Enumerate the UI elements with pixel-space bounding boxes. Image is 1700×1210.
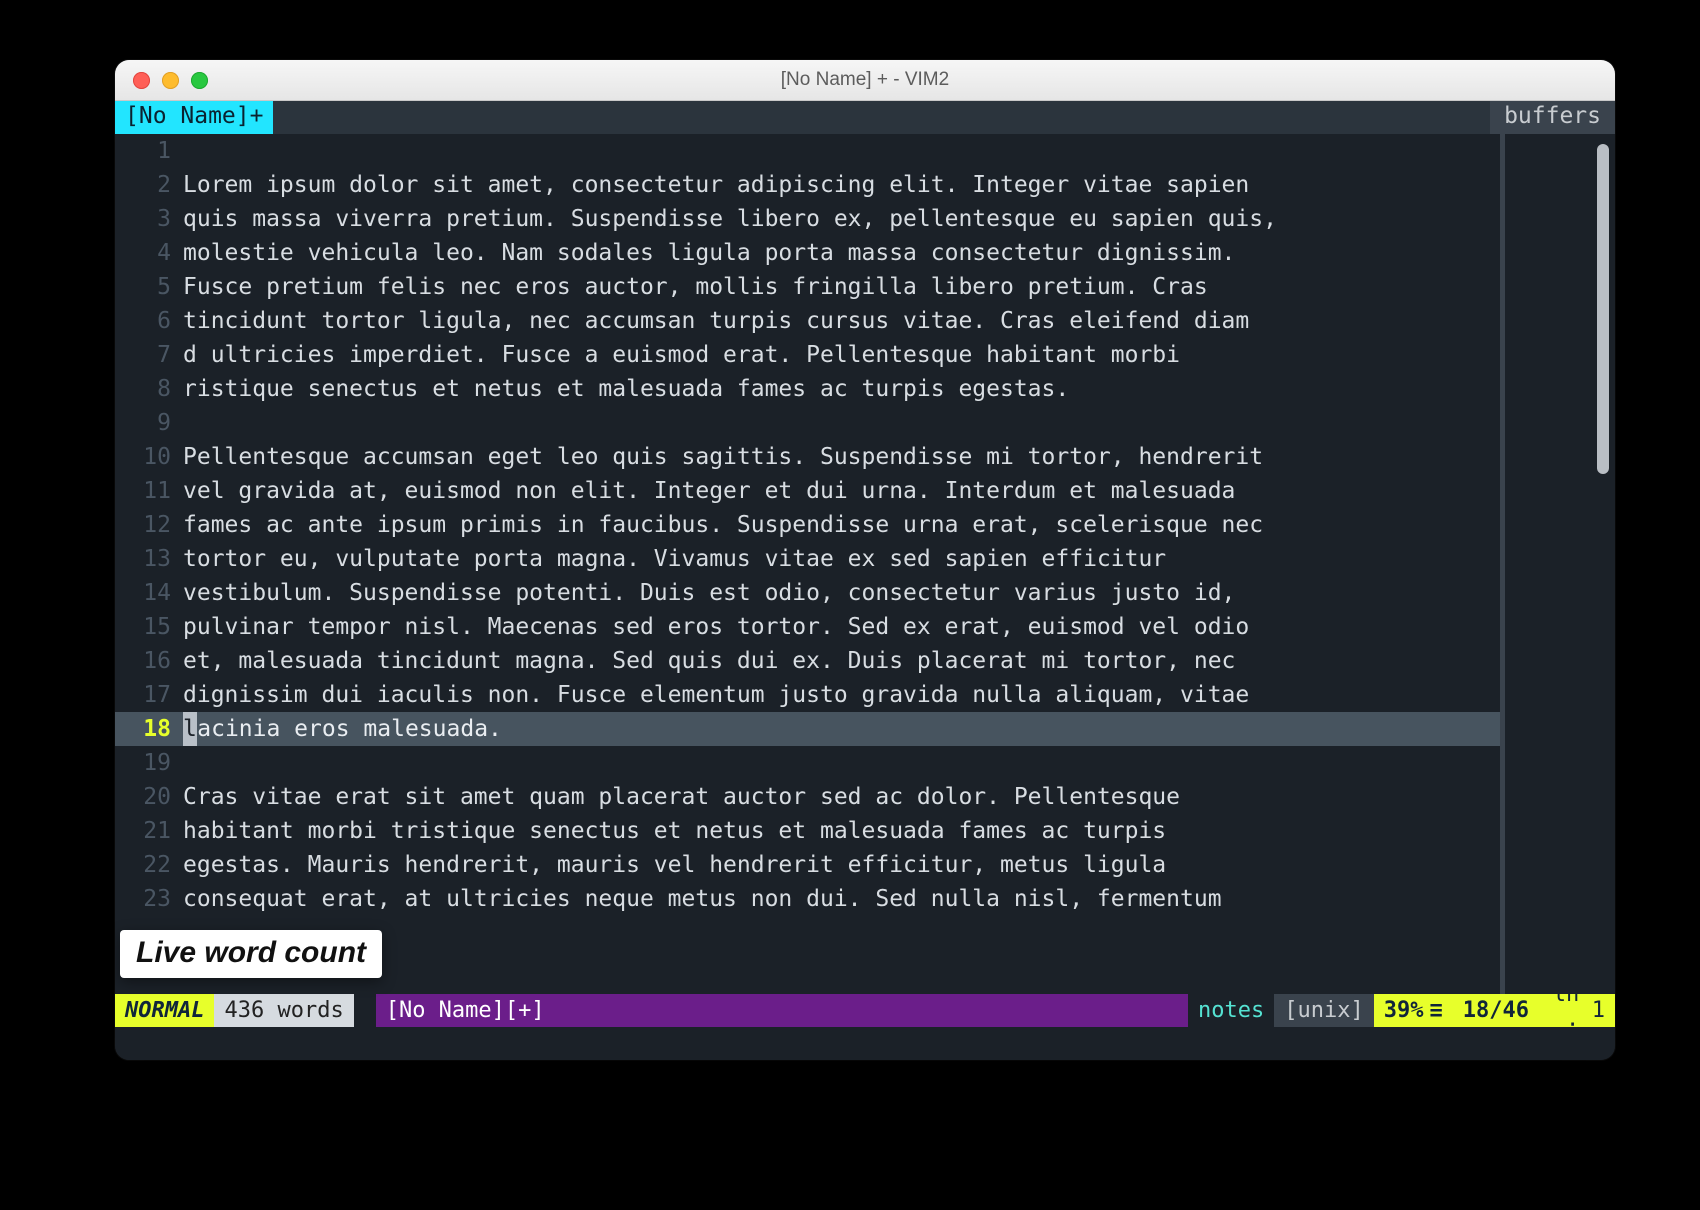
line-text: fames ac ante ipsum primis in faucibus. … [183,508,1500,542]
annotation-label: Live word count [120,930,382,978]
status-file: [No Name][+] [376,994,585,1027]
status-encoding: [unix] [1274,994,1373,1027]
line-text: et, malesuada tincidunt magna. Sed quis … [183,644,1500,678]
line-text: dignissim dui iaculis non. Fusce element… [183,678,1500,712]
line-number: 4 [115,236,183,270]
status-position: 18/46 [1453,994,1539,1027]
line-number: 10 [115,440,183,474]
buffer-line[interactable]: 11vel gravida at, euismod non elit. Inte… [115,474,1500,508]
line-number: 2 [115,168,183,202]
line-number: 9 [115,406,183,440]
buffers-label[interactable]: buffers [1490,101,1615,134]
text-buffer[interactable]: 12Lorem ipsum dolor sit amet, consectetu… [115,134,1500,994]
status-word-count: 436 words [214,994,353,1027]
statusline: NORMAL 436 words [No Name][+] notes [uni… [115,994,1615,1027]
line-number: 6 [115,304,183,338]
buffer-line[interactable]: 20Cras vitae erat sit amet quam placerat… [115,780,1500,814]
buffer-line[interactable]: 23consequat erat, at ultricies neque met… [115,882,1500,916]
buffer-line[interactable]: 18lacinia eros malesuada. [115,712,1500,746]
buffer-line[interactable]: 21habitant morbi tristique senectus et n… [115,814,1500,848]
status-filetype: notes [1188,994,1274,1027]
status-ln: ln : 1 [1539,994,1615,1027]
line-text: lacinia eros malesuada. [183,712,1500,746]
line-text: vestibulum. Suspendisse potenti. Duis es… [183,576,1500,610]
line-text: vel gravida at, euismod non elit. Intege… [183,474,1500,508]
line-text: consequat erat, at ultricies neque metus… [183,882,1500,916]
buffer-line[interactable]: 16et, malesuada tincidunt magna. Sed qui… [115,644,1500,678]
line-text: d ultricies imperdiet. Fusce a euismod e… [183,338,1500,372]
line-text: Lorem ipsum dolor sit amet, consectetur … [183,168,1500,202]
line-text: molestie vehicula leo. Nam sodales ligul… [183,236,1500,270]
buffer-line[interactable]: 10Pellentesque accumsan eget leo quis sa… [115,440,1500,474]
line-text: habitant morbi tristique senectus et net… [183,814,1500,848]
line-text: tincidunt tortor ligula, nec accumsan tu… [183,304,1500,338]
line-number: 13 [115,542,183,576]
buffer-line[interactable]: 17dignissim dui iaculis non. Fusce eleme… [115,678,1500,712]
line-number: 5 [115,270,183,304]
line-number: 18 [115,712,183,746]
line-text: Fusce pretium felis nec eros auctor, mol… [183,270,1500,304]
titlebar[interactable]: [No Name] + - VIM2 [115,60,1615,101]
buffer-tab-active[interactable]: [No Name]+ [115,101,273,134]
line-text: tortor eu, vulputate porta magna. Vivamu… [183,542,1500,576]
status-percent: 39% ≡ [1374,994,1453,1027]
buffer-line[interactable]: 13tortor eu, vulputate porta magna. Viva… [115,542,1500,576]
scrollbar-thumb[interactable] [1597,144,1609,474]
line-number: 20 [115,780,183,814]
line-number: 16 [115,644,183,678]
buffer-line[interactable]: 3quis massa viverra pretium. Suspendisse… [115,202,1500,236]
command-line[interactable] [115,1027,1615,1060]
line-number: 22 [115,848,183,882]
zoom-icon[interactable] [191,72,208,89]
buffer-line[interactable]: 8ristique senectus et netus et malesuada… [115,372,1500,406]
buffer-line[interactable]: 2Lorem ipsum dolor sit amet, consectetur… [115,168,1500,202]
line-number: 8 [115,372,183,406]
app-window: [No Name] + - VIM2 [No Name]+ buffers 12… [115,60,1615,1060]
buffer-line[interactable]: 12fames ac ante ipsum primis in faucibus… [115,508,1500,542]
line-text: egestas. Mauris hendrerit, mauris vel he… [183,848,1500,882]
buffer-line[interactable]: 19 [115,746,1500,780]
line-number: 23 [115,882,183,916]
buffer-line[interactable]: 1 [115,134,1500,168]
line-number: 3 [115,202,183,236]
buffer-line[interactable]: 7d ultricies imperdiet. Fusce a euismod … [115,338,1500,372]
status-col: 1 [1592,994,1605,1027]
buffer-tabbar: [No Name]+ buffers [115,101,1615,134]
line-text: Pellentesque accumsan eget leo quis sagi… [183,440,1500,474]
status-percent-value: 39% [1384,994,1424,1027]
window-title: [No Name] + - VIM2 [115,69,1615,91]
line-number: 15 [115,610,183,644]
buffer-line[interactable]: 22egestas. Mauris hendrerit, mauris vel … [115,848,1500,882]
line-number: 7 [115,338,183,372]
close-icon[interactable] [133,72,150,89]
minimize-icon[interactable] [162,72,179,89]
line-number: 21 [115,814,183,848]
list-icon: ≡ [1424,994,1443,1027]
cursor: l [183,712,197,746]
line-number: 1 [115,134,183,168]
line-number: 19 [115,746,183,780]
right-split [1500,134,1615,994]
line-text: Cras vitae erat sit amet quam placerat a… [183,780,1500,814]
buffer-line[interactable]: 4molestie vehicula leo. Nam sodales ligu… [115,236,1500,270]
line-number: 11 [115,474,183,508]
line-text: pulvinar tempor nisl. Maecenas sed eros … [183,610,1500,644]
buffer-line[interactable]: 6tincidunt tortor ligula, nec accumsan t… [115,304,1500,338]
line-number: 14 [115,576,183,610]
buffer-line[interactable]: 14vestibulum. Suspendisse potenti. Duis … [115,576,1500,610]
line-text: quis massa viverra pretium. Suspendisse … [183,202,1500,236]
buffer-line[interactable]: 9 [115,406,1500,440]
buffer-line[interactable]: 15pulvinar tempor nisl. Maecenas sed ero… [115,610,1500,644]
line-number: 17 [115,678,183,712]
line-text: ristique senectus et netus et malesuada … [183,372,1500,406]
buffer-line[interactable]: 5Fusce pretium felis nec eros auctor, mo… [115,270,1500,304]
line-number: 12 [115,508,183,542]
status-mode: NORMAL [115,994,214,1027]
